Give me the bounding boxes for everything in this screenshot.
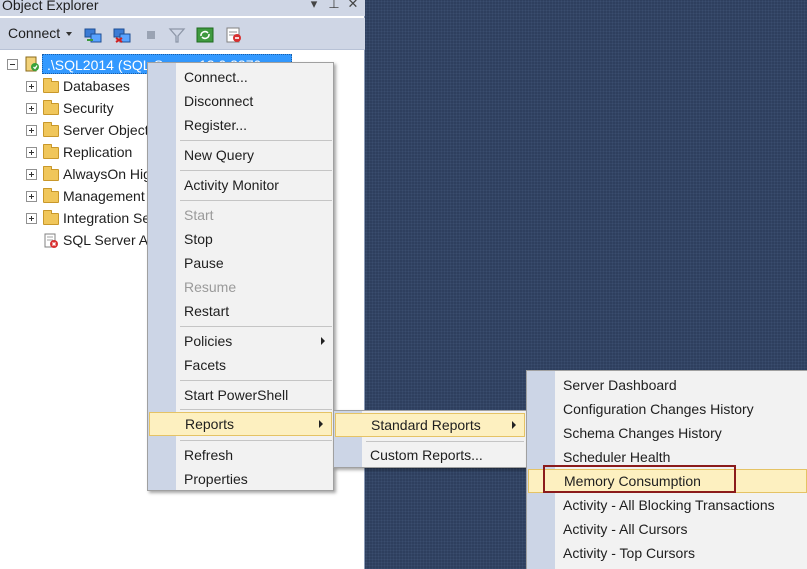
refresh-icon[interactable] [196, 27, 214, 43]
connect-object-explorer-icon[interactable] [84, 27, 102, 43]
folder-icon [43, 100, 59, 115]
disconnect-icon[interactable] [113, 27, 131, 43]
menu-separator [180, 380, 332, 381]
panel-toolbar: Connect [0, 18, 365, 50]
tree-item-label: Replication [63, 144, 133, 160]
menu-item-register[interactable]: Register... [148, 113, 333, 137]
menu-item-label: Disconnect [184, 93, 254, 109]
expand-icon[interactable] [26, 169, 37, 180]
menu-separator [180, 170, 332, 171]
menu-item-label: Properties [184, 471, 248, 487]
menu-item-all-blocking-transactions[interactable]: Activity - All Blocking Transactions [527, 493, 807, 517]
menu-item-refresh[interactable]: Refresh [148, 443, 333, 467]
stop-icon [147, 31, 155, 39]
menu-item-label: Connect... [184, 69, 248, 85]
menu-item-properties[interactable]: Properties [148, 467, 333, 491]
expand-icon[interactable] [26, 191, 37, 202]
menu-separator [180, 440, 332, 441]
menu-item-server-dashboard[interactable]: Server Dashboard [527, 373, 807, 397]
highlight-callout-box [543, 465, 736, 493]
folder-icon [43, 166, 59, 181]
folder-icon [43, 122, 59, 137]
auto-hide-pin-icon[interactable]: ⊥ [326, 0, 342, 11]
menu-item-label: Start [184, 207, 214, 223]
reports-submenu: Standard Reports Custom Reports... [333, 410, 527, 468]
chevron-right-icon [321, 337, 325, 345]
filter-icon [168, 28, 186, 43]
server-context-menu: Connect... Disconnect Register... New Qu… [147, 62, 334, 491]
menu-item-disconnect[interactable]: Disconnect [148, 89, 333, 113]
menu-item-pause[interactable]: Pause [148, 251, 333, 275]
menu-item-label: Restart [184, 303, 230, 319]
menu-item-label: Pause [184, 255, 224, 271]
expand-icon[interactable] [26, 213, 37, 224]
menu-item-label: Activity - All Cursors [563, 521, 688, 537]
menu-item-resume: Resume [148, 275, 333, 299]
menu-item-label: Policies [184, 333, 233, 349]
menu-item-label: Activity - All Blocking Transactions [563, 497, 775, 513]
expand-icon[interactable] [26, 81, 37, 92]
menu-item-activity-monitor[interactable]: Activity Monitor [148, 173, 333, 197]
menu-item-start-powershell[interactable]: Start PowerShell [148, 383, 333, 407]
expand-icon[interactable] [26, 125, 37, 136]
menu-item-label: Server Dashboard [563, 377, 677, 393]
tree-item-label: Security [63, 100, 114, 116]
menu-item-start: Start [148, 203, 333, 227]
connect-button[interactable]: Connect [8, 25, 60, 41]
collapse-icon[interactable] [7, 59, 18, 70]
close-icon[interactable]: ✕ [345, 0, 361, 11]
menu-separator [366, 441, 524, 442]
expand-icon[interactable] [26, 147, 37, 158]
menu-item-label: Register... [184, 117, 248, 133]
tree-item-label: Databases [63, 78, 130, 94]
menu-item-label: Refresh [184, 447, 234, 463]
menu-separator [180, 200, 332, 201]
menu-item-all-cursors[interactable]: Activity - All Cursors [527, 517, 807, 541]
menu-item-label: Reports [185, 416, 235, 432]
menu-separator [180, 326, 332, 327]
menu-item-top-cursors[interactable]: Activity - Top Cursors [527, 541, 807, 565]
activity-monitor-icon[interactable] [225, 27, 243, 43]
menu-separator [180, 409, 332, 410]
chevron-right-icon [512, 421, 516, 429]
menu-item-schema-changes-history[interactable]: Schema Changes History [527, 421, 807, 445]
chevron-down-icon[interactable] [66, 32, 72, 36]
menu-item-label: Standard Reports [371, 417, 481, 433]
menu-item-new-query[interactable]: New Query [148, 143, 333, 167]
chevron-right-icon [319, 420, 323, 428]
tree-item-label: Server Objects [63, 122, 156, 138]
window-position-icon[interactable]: ▾ [306, 0, 322, 11]
menu-item-stop[interactable]: Stop [148, 227, 333, 251]
menu-item-custom-reports[interactable]: Custom Reports... [334, 443, 526, 467]
menu-item-label: Configuration Changes History [563, 401, 754, 417]
folder-icon [43, 210, 59, 225]
menu-item-standard-reports[interactable]: Standard Reports [335, 413, 525, 437]
menu-item-label: New Query [184, 147, 255, 163]
menu-item-label: Facets [184, 357, 227, 373]
menu-item-label: Custom Reports... [370, 447, 483, 463]
menu-item-label: Activity - Top Cursors [563, 545, 695, 561]
expand-icon[interactable] [26, 103, 37, 114]
menu-item-configuration-changes-history[interactable]: Configuration Changes History [527, 397, 807, 421]
menu-item-restart[interactable]: Restart [148, 299, 333, 323]
menu-separator [180, 140, 332, 141]
menu-item-label: Resume [184, 279, 237, 295]
menu-item-label: Schema Changes History [563, 425, 722, 441]
tree-item-label: Management [63, 188, 145, 204]
server-icon [25, 56, 39, 72]
folder-icon [43, 144, 59, 159]
panel-title-bar: Object Explorer ▾ ⊥ ✕ [0, 0, 365, 16]
menu-item-label: Activity Monitor [184, 177, 279, 193]
folder-icon [43, 78, 59, 93]
sql-agent-icon [44, 233, 58, 248]
panel-title: Object Explorer [2, 0, 99, 13]
menu-item-label: Stop [184, 231, 213, 247]
menu-item-label: Start PowerShell [184, 387, 289, 403]
menu-item-connect[interactable]: Connect... [148, 65, 333, 89]
menu-item-facets[interactable]: Facets [148, 353, 333, 377]
menu-item-policies[interactable]: Policies [148, 329, 333, 353]
folder-icon [43, 188, 59, 203]
menu-item-reports[interactable]: Reports [149, 412, 332, 436]
